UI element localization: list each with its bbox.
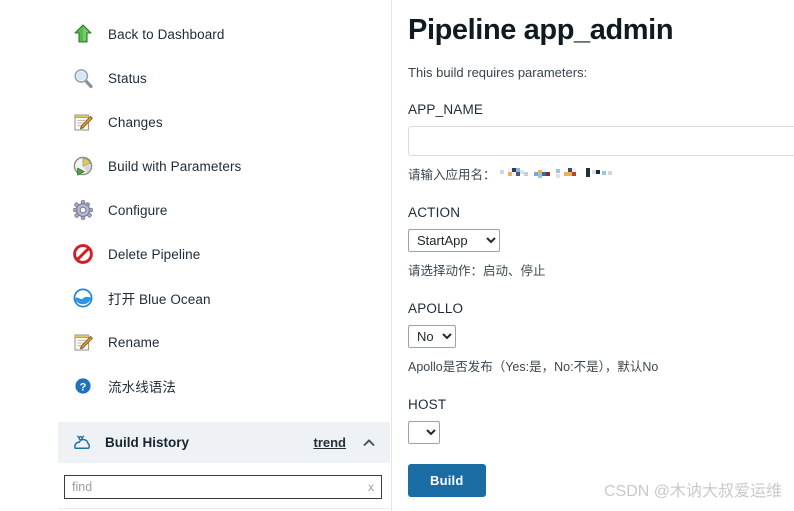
param-desc-text: 请输入应用名： (408, 164, 496, 183)
sidebar-item-label: 打开 Blue Ocean (108, 288, 211, 308)
no-entry-icon (72, 243, 94, 265)
sidebar-item-pipeline-syntax[interactable]: ? 流水线语法 (0, 364, 391, 408)
build-history-find-box[interactable]: x (64, 475, 382, 499)
sidebar-item-label: Configure (108, 203, 167, 218)
jenkins-job-page: Back to Dashboard Status (0, 0, 794, 511)
notepad-pencil-icon (72, 331, 94, 353)
clock-play-icon (72, 155, 94, 177)
chevron-up-icon[interactable] (362, 436, 376, 450)
param-label-action: ACTION (408, 205, 794, 220)
sidebar-item-delete-pipeline[interactable]: Delete Pipeline (0, 232, 391, 276)
main-content: Pipeline app_admin This build requires p… (392, 0, 794, 511)
up-arrow-icon (72, 23, 94, 45)
find-input[interactable] (72, 480, 364, 494)
sidebar-item-label: Status (108, 71, 147, 86)
sidebar-item-build-with-parameters[interactable]: Build with Parameters (0, 144, 391, 188)
sidebar-item-label: Rename (108, 335, 160, 350)
gear-icon (72, 199, 94, 221)
sidebar-item-label: Build with Parameters (108, 159, 241, 174)
build-history-divider (58, 508, 390, 509)
redacted-mosaic (498, 167, 618, 180)
apollo-select[interactable]: No (408, 325, 456, 348)
blue-ocean-icon (72, 287, 94, 309)
sidebar: Back to Dashboard Status (0, 0, 392, 511)
param-desc-action: 请选择动作：启动、停止 (408, 260, 794, 279)
param-desc-apollo: Apollo是否发布（Yes:是，No:不是），默认No (408, 356, 794, 375)
host-select[interactable] (408, 421, 440, 444)
question-mark-icon: ? (72, 375, 94, 397)
parameters-subtitle: This build requires parameters: (408, 65, 794, 80)
app-name-input[interactable] (408, 126, 794, 156)
build-history-trend-link[interactable]: trend (314, 435, 347, 450)
svg-text:?: ? (80, 381, 87, 393)
param-label-app-name: APP_NAME (408, 102, 794, 117)
param-label-host: HOST (408, 397, 794, 412)
sidebar-item-label: Delete Pipeline (108, 247, 200, 262)
sidebar-task-list: Back to Dashboard Status (0, 0, 391, 408)
clear-find-icon[interactable]: x (364, 480, 374, 494)
param-desc-app-name: 请输入应用名： (408, 164, 794, 183)
sidebar-item-rename[interactable]: Rename (0, 320, 391, 364)
action-select[interactable]: StartApp (408, 229, 500, 252)
sidebar-item-status[interactable]: Status (0, 56, 391, 100)
param-label-apollo: APOLLO (408, 301, 794, 316)
sidebar-item-open-blue-ocean[interactable]: 打开 Blue Ocean (0, 276, 391, 320)
sidebar-item-label: 流水线语法 (108, 376, 176, 396)
build-button[interactable]: Build (408, 464, 486, 497)
build-history-title: Build History (105, 435, 314, 450)
notepad-pencil-icon (72, 111, 94, 133)
sidebar-item-label: Changes (108, 115, 163, 130)
magnifier-icon (72, 67, 94, 89)
sidebar-item-changes[interactable]: Changes (0, 100, 391, 144)
page-title: Pipeline app_admin (408, 14, 794, 47)
build-history-icon (72, 433, 92, 453)
sidebar-item-back-to-dashboard[interactable]: Back to Dashboard (0, 12, 391, 56)
sidebar-item-configure[interactable]: Configure (0, 188, 391, 232)
build-history-header[interactable]: Build History trend (58, 422, 390, 463)
sidebar-item-label: Back to Dashboard (108, 27, 225, 42)
